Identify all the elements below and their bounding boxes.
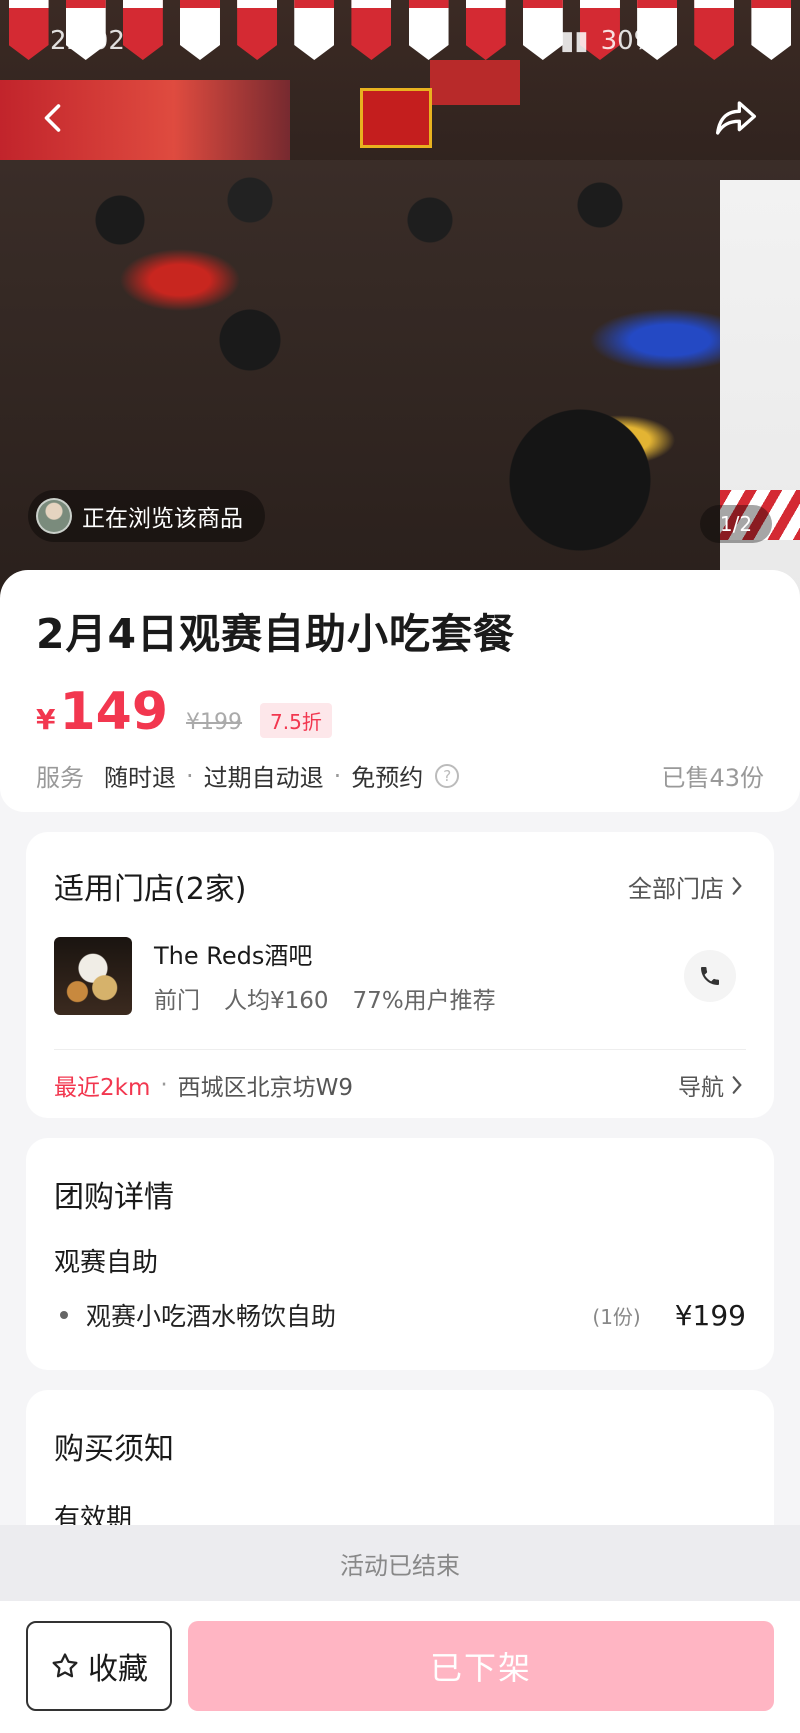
deal-item-name: 观赛小吃酒水畅饮自助 xyxy=(86,1302,337,1331)
store-item[interactable]: The Reds酒吧 前门 人均¥160 77%用户推荐 xyxy=(54,936,746,1015)
service-row[interactable]: 服务 随时退 · 过期自动退 · 免预约 ? 已售43份 xyxy=(36,758,764,793)
separator-dot: · xyxy=(186,761,194,790)
avatar xyxy=(36,498,72,534)
service-item: 免预约 xyxy=(351,764,424,792)
deal-title: 团购详情 xyxy=(54,1180,174,1215)
bullet-dot xyxy=(60,1311,68,1319)
delisted-button: 已下架 xyxy=(188,1621,774,1711)
bottom-action-bar: 收藏 已下架 xyxy=(0,1601,800,1733)
product-title: 2月4日观赛自助小吃套餐 xyxy=(36,610,516,658)
price-value: 149 xyxy=(59,682,169,742)
favorite-label: 收藏 xyxy=(88,1652,148,1687)
activity-ended-banner: 活动已结束 xyxy=(0,1525,800,1601)
deal-item-qty: (1份) xyxy=(592,1304,641,1329)
call-store-button[interactable] xyxy=(684,949,736,1002)
signal-icon: ▮▮ xyxy=(560,26,589,56)
discount-badge: 7.5折 xyxy=(260,703,332,738)
question-icon[interactable]: ? xyxy=(435,763,460,788)
navigate-label: 导航 xyxy=(678,1075,724,1101)
browsing-indicator: 正在浏览该商品 xyxy=(28,490,265,542)
browsing-text: 正在浏览该商品 xyxy=(82,506,243,532)
store-recommend-rate: 77%用户推荐 xyxy=(352,988,496,1014)
location-row: 最近2km · 西城区北京坊W9 导航 xyxy=(54,1050,746,1120)
share-arrow-icon xyxy=(716,101,756,135)
stores-title: 适用门店(2家) xyxy=(54,872,247,907)
product-hero-image[interactable]: 22:02 ▮▮ 30% 正在浏览该商品 1/2 xyxy=(0,0,800,600)
separator-dot: · xyxy=(333,761,342,790)
status-icons: ▮▮ 30% xyxy=(560,26,658,56)
store-avg-price: 人均¥160 xyxy=(224,988,329,1014)
all-stores-link[interactable]: 全部门店 xyxy=(628,869,746,904)
favorite-button[interactable]: 收藏 xyxy=(26,1621,172,1711)
club-flag-graphic xyxy=(360,88,432,148)
chevron-right-icon xyxy=(732,1076,742,1094)
chevron-left-icon xyxy=(44,104,61,132)
notice-title: 购买须知 xyxy=(54,1432,174,1467)
chevron-right-icon xyxy=(732,877,742,895)
phone-icon xyxy=(701,966,719,985)
stores-card: 适用门店(2家) 全部门店 The Reds酒吧 前门 人均¥160 77%用户… xyxy=(26,832,774,1118)
price-row: ¥149 ¥199 7.5折 xyxy=(36,682,764,742)
original-price: ¥199 xyxy=(186,710,243,735)
image-pager: 1/2 xyxy=(700,505,772,543)
deal-details-card: 团购详情 观赛自助 观赛小吃酒水畅饮自助 (1份) ¥199 xyxy=(26,1138,774,1370)
share-button[interactable] xyxy=(710,92,762,144)
current-price: ¥149 xyxy=(36,682,168,742)
store-name: The Reds酒吧 xyxy=(154,942,313,970)
all-stores-label: 全部门店 xyxy=(628,874,724,903)
store-thumbnail xyxy=(54,936,132,1015)
battery-level: 30% xyxy=(600,26,659,56)
service-label: 服务 xyxy=(36,764,84,792)
distance: 最近2km xyxy=(54,1075,151,1101)
status-time: 22:02 xyxy=(50,26,125,56)
deal-item-price: ¥199 xyxy=(674,1298,746,1332)
navigate-button[interactable]: 导航 xyxy=(678,1068,746,1102)
sold-count: 已售43份 xyxy=(661,764,764,792)
store-area: 前门 xyxy=(154,988,200,1014)
tv-screen-graphic xyxy=(430,60,520,105)
deal-group-title: 观赛自助 xyxy=(54,1248,159,1278)
star-icon xyxy=(52,1653,78,1678)
separator-dot: · xyxy=(160,1072,168,1098)
service-item: 随时退 xyxy=(104,764,176,792)
store-address: 西城区北京坊W9 xyxy=(177,1075,354,1101)
back-button[interactable] xyxy=(28,92,80,144)
deal-item: 观赛小吃酒水畅饮自助 (1份) ¥199 xyxy=(54,1297,746,1333)
service-item: 过期自动退 xyxy=(203,764,324,792)
currency-symbol: ¥ xyxy=(36,703,56,736)
product-info-card: 2月4日观赛自助小吃套餐 ¥149 ¥199 7.5折 服务 随时退 · 过期自… xyxy=(0,570,800,812)
